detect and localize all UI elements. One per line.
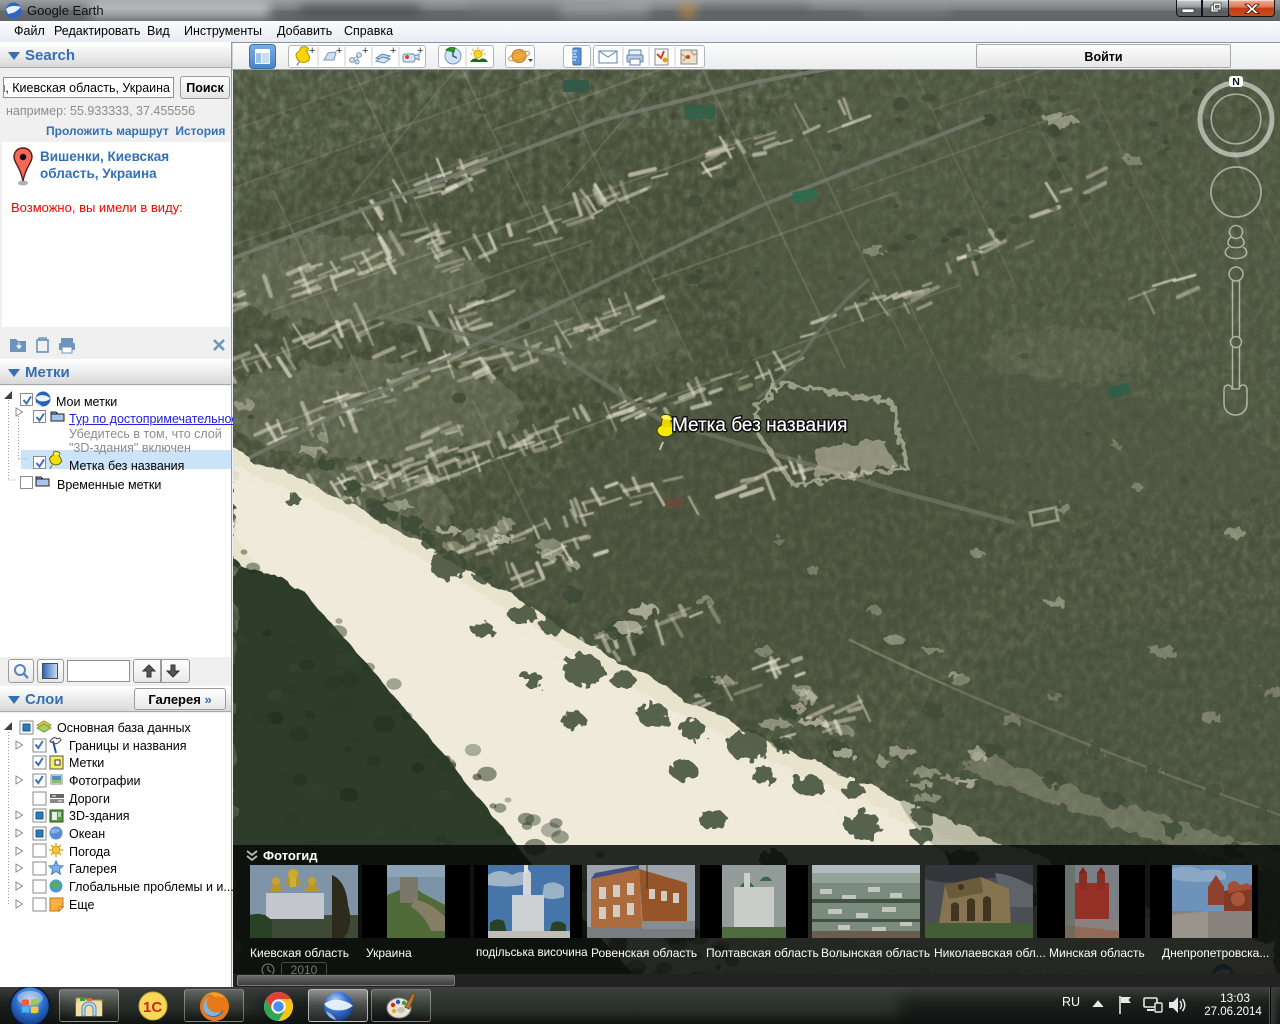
svg-text:+: +	[417, 46, 423, 57]
svg-text:+: +	[390, 46, 396, 57]
svg-text:1С: 1С	[143, 999, 162, 1016]
svg-text:+: +	[309, 46, 315, 57]
svg-text:+: +	[336, 46, 342, 57]
svg-text:Метка без названия: Метка без названия	[672, 415, 847, 436]
svg-text:+: +	[362, 46, 368, 57]
svg-text:N: N	[1232, 76, 1240, 88]
